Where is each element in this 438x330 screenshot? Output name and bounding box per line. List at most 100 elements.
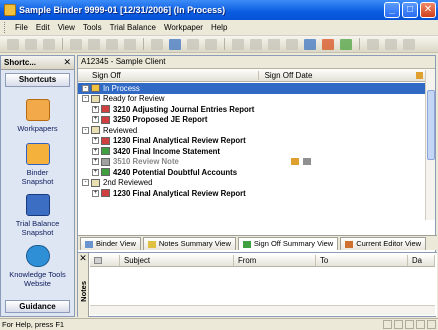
toolbar-help-icon[interactable]: [385, 38, 397, 50]
collapse-icon[interactable]: -: [82, 95, 89, 103]
toolbar-new-icon[interactable]: [7, 38, 19, 50]
expand-icon[interactable]: +: [92, 137, 99, 145]
tree-row[interactable]: - Reviewed: [78, 125, 427, 136]
tree-row[interactable]: + 4240 Potential Doubtful Accounts: [78, 167, 427, 178]
notes-pane: ✕ Notes Subject From To Da: [78, 252, 437, 317]
menu-edit[interactable]: Edit: [32, 23, 54, 32]
menu-trial-balance[interactable]: Trial Balance: [106, 23, 160, 32]
collapse-icon[interactable]: -: [82, 179, 89, 187]
expand-icon[interactable]: +: [92, 105, 99, 113]
vertical-scrollbar[interactable]: [425, 70, 435, 220]
notes-label: Notes: [79, 281, 88, 302]
view-tabs: Binder View Notes Summary View Sign Off …: [78, 235, 437, 250]
toolbar-report-icon[interactable]: [322, 38, 334, 50]
toolbar-redo-icon[interactable]: [268, 38, 280, 50]
maximize-button[interactable]: □: [402, 2, 418, 18]
expand-icon[interactable]: +: [92, 168, 99, 176]
column-subject[interactable]: Subject: [120, 255, 234, 266]
toolbar-find-icon[interactable]: [151, 38, 163, 50]
shortcut-trial-balance-snapshot[interactable]: Trial Balance Snapshot: [1, 194, 74, 237]
toolbar-save-icon[interactable]: [43, 38, 55, 50]
toolbar-tb-icon[interactable]: [340, 38, 352, 50]
toolbar-signoff-icon[interactable]: [169, 38, 181, 50]
expand-icon[interactable]: +: [92, 147, 99, 155]
column-signoff[interactable]: Sign Off: [78, 70, 259, 80]
close-button[interactable]: ✕: [420, 2, 436, 18]
shortcuts-tab[interactable]: Shortcuts: [5, 73, 70, 87]
toolbar-note-icon[interactable]: [187, 38, 199, 50]
notes-close-icon[interactable]: ✕: [78, 253, 88, 264]
tree-row[interactable]: - In Process: [78, 83, 427, 94]
toolbar-copy-icon[interactable]: [106, 38, 118, 50]
toolbar-chart-icon[interactable]: [304, 38, 316, 50]
title-bar: Sample Binder 9999-01 [12/31/2006] (In P…: [0, 0, 438, 20]
signoff-icon: [242, 240, 251, 248]
tree-row[interactable]: + 3210 Adjusting Journal Entries Report: [78, 104, 427, 115]
tab-notes-summary-view[interactable]: Notes Summary View: [142, 237, 236, 250]
notes-horizontal-scrollbar[interactable]: [90, 305, 435, 315]
tab-signoff-summary-view[interactable]: Sign Off Summary View: [237, 237, 339, 250]
menu-help[interactable]: Help: [207, 23, 231, 32]
status-folder-icon: [91, 178, 100, 187]
tree-row[interactable]: - 2nd Reviewed: [78, 178, 427, 189]
tree-row-label: Reviewed: [103, 125, 138, 135]
column-from[interactable]: From: [234, 255, 316, 266]
shortcut-binder-snapshot[interactable]: Binder Snapshot: [1, 143, 74, 186]
toolbar-undo-icon[interactable]: [250, 38, 262, 50]
expand-icon[interactable]: +: [92, 189, 99, 197]
toolbar-cut-icon[interactable]: [232, 38, 244, 50]
toolbar-options-icon[interactable]: [367, 38, 379, 50]
menu-bar: File Edit View Tools Trial Balance Workp…: [0, 20, 438, 36]
shortcuts-close-icon[interactable]: ✕: [63, 57, 71, 68]
tree-row[interactable]: + 1230 Final Analytical Review Report: [78, 136, 427, 147]
tree-row[interactable]: + 3420 Final Income Statement: [78, 146, 427, 157]
toolbar-refresh-icon[interactable]: [205, 38, 217, 50]
shortcuts-header: Shortc... ✕: [1, 56, 74, 70]
toolbar-link-icon[interactable]: [286, 38, 298, 50]
toolbar-open-icon[interactable]: [25, 38, 37, 50]
status-indicators: [383, 320, 436, 329]
tree-row[interactable]: - Ready for Review: [78, 94, 427, 105]
report-icon: [101, 115, 110, 124]
signoff-tree: - In Process - Ready for Review + 3210 A…: [78, 83, 427, 247]
menu-tools[interactable]: Tools: [79, 23, 106, 32]
toolbar-extra-icon[interactable]: [403, 38, 415, 50]
toolbar-paste-icon[interactable]: [124, 38, 136, 50]
tb-snapshot-icon: [25, 194, 50, 216]
toolbar-separator: [62, 38, 63, 50]
column-to[interactable]: To: [316, 255, 408, 266]
expand-icon[interactable]: +: [92, 158, 99, 166]
tab-label: Sign Off Summary View: [253, 239, 334, 248]
guidance-button[interactable]: Guidance: [5, 300, 70, 313]
scroll-thumb[interactable]: [427, 90, 435, 160]
report-icon: [101, 136, 110, 145]
toolbar: [0, 36, 438, 53]
toolbar-separator: [359, 38, 360, 50]
status-cell: [405, 320, 414, 329]
view-icon: [302, 158, 311, 166]
minimize-button[interactable]: _: [384, 2, 400, 18]
collapse-icon[interactable]: -: [82, 84, 89, 92]
tree-row-label: 3210 Adjusting Journal Entries Report: [113, 104, 255, 114]
tab-binder-view[interactable]: Binder View: [80, 237, 141, 250]
shortcut-knowledge-tools[interactable]: Knowledge Tools Website: [1, 245, 74, 288]
tree-row-label: 1230 Final Analytical Review Report: [113, 188, 246, 198]
column-signoff-date[interactable]: Sign Off Date: [259, 71, 382, 80]
menu-workpaper[interactable]: Workpaper: [160, 23, 207, 32]
tree-row[interactable]: + 3510 Review Note: [78, 157, 427, 168]
tree-row[interactable]: + 3250 Proposed JE Report: [78, 115, 427, 126]
client-label: A12345 - Sample Client: [78, 56, 435, 69]
toolbar-preview-icon[interactable]: [88, 38, 100, 50]
toolbar-print-icon[interactable]: [70, 38, 82, 50]
report-icon: [101, 189, 110, 198]
shortcut-label: Binder Snapshot: [21, 168, 54, 186]
menu-view[interactable]: View: [54, 23, 79, 32]
collapse-icon[interactable]: -: [82, 126, 89, 134]
tab-current-editor-view[interactable]: Current Editor View: [340, 237, 427, 250]
tree-row[interactable]: + 1230 Final Analytical Review Report: [78, 188, 427, 199]
menu-file[interactable]: File: [11, 23, 32, 32]
expand-icon[interactable]: +: [92, 116, 99, 124]
notes-type-column[interactable]: [90, 255, 120, 266]
shortcut-workpapers[interactable]: Workpapers: [1, 99, 74, 133]
column-date[interactable]: Da: [408, 255, 435, 266]
